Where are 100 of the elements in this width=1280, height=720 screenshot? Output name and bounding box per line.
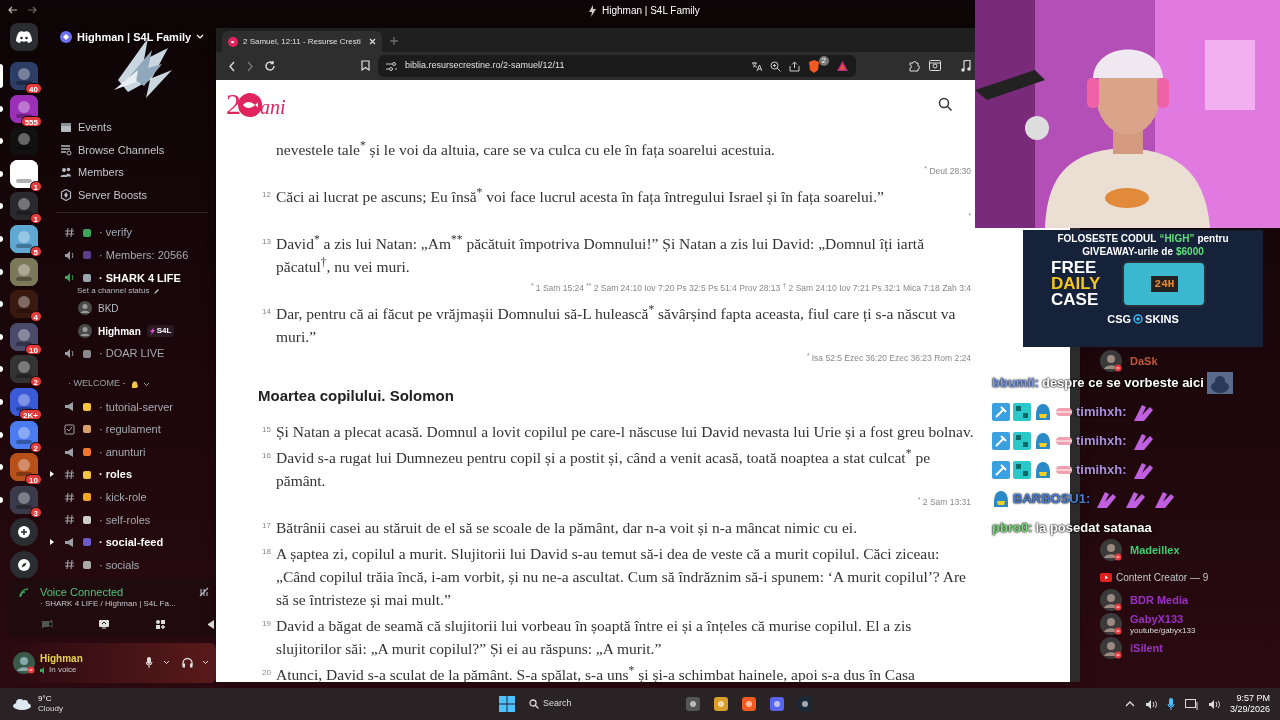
server-name[interactable]: Highman | S4L Family bbox=[77, 29, 192, 46]
network-icon[interactable] bbox=[1184, 698, 1198, 710]
browser-tab[interactable]: 2 Samuel, 12:11 - Resurse Crești bbox=[222, 31, 382, 52]
menu-item[interactable]: Server Boosts bbox=[78, 186, 148, 204]
discord-home-button[interactable] bbox=[10, 23, 38, 51]
share-icon[interactable] bbox=[788, 60, 800, 72]
chevron-down-icon[interactable] bbox=[142, 381, 150, 387]
promo-headline: DAILY bbox=[1051, 276, 1101, 292]
channel-name[interactable]: · anunturi bbox=[99, 443, 146, 461]
user-avatar bbox=[78, 301, 92, 316]
search-button[interactable]: Search bbox=[524, 697, 576, 711]
shark-badge-icon bbox=[1034, 402, 1052, 421]
channel-status[interactable]: Set a channel status bbox=[77, 285, 150, 298]
tab-search-icon[interactable] bbox=[929, 60, 941, 71]
discover-button[interactable] bbox=[10, 550, 38, 579]
url-text: biblia.resursecrestine.ro/2-samuel/12/11 bbox=[405, 59, 566, 73]
start-button[interactable] bbox=[498, 696, 515, 712]
menu-item[interactable]: Members bbox=[78, 164, 124, 181]
back-icon[interactable] bbox=[228, 61, 236, 72]
back-arrow-icon[interactable] bbox=[8, 5, 18, 15]
plus-icon bbox=[18, 526, 30, 539]
hash-icon bbox=[64, 227, 75, 239]
screen-share-icon[interactable] bbox=[98, 619, 110, 629]
verse-number: 17 bbox=[262, 520, 271, 532]
verse-number: 16 bbox=[262, 450, 271, 462]
extensions-icon[interactable] bbox=[908, 60, 920, 72]
close-icon[interactable] bbox=[369, 38, 376, 45]
chat-username[interactable]: timihxh: bbox=[1076, 459, 1127, 480]
chat-username[interactable]: timihxh: bbox=[1076, 401, 1127, 422]
disconnect-icon[interactable] bbox=[198, 586, 210, 598]
checklist-icon bbox=[64, 423, 75, 435]
megaphone-icon bbox=[64, 536, 75, 548]
verse-text: David s-a rugat lui Dumnezeu pentru copil și a postit și, când a venit acasă, toată noaptea a stat culcat$^{*}$ pe pământ. bbox=[276, 446, 931, 491]
channel-name[interactable]: · DOAR LIVE bbox=[99, 345, 165, 362]
voice-user-name[interactable]: Highman bbox=[98, 323, 141, 339]
verse-text: Dar, pentru că ai făcut pe vrăjmașii Domnului să-L hulească$^{*}$ săvârșind fapta aceasta, fiul care ți s-a născut va muri.” bbox=[276, 302, 957, 347]
channel-name[interactable]: · social-feed bbox=[99, 534, 164, 551]
speaker-icon[interactable] bbox=[1207, 698, 1220, 710]
speaker-icon bbox=[64, 348, 75, 360]
bookmark-icon[interactable] bbox=[361, 60, 370, 71]
clock-date[interactable]: 3/29/2026 bbox=[1229, 704, 1270, 715]
member-avatar[interactable] bbox=[1100, 613, 1122, 635]
user-name[interactable]: Highman bbox=[40, 651, 83, 666]
member-avatar[interactable] bbox=[1100, 589, 1122, 611]
menu-item[interactable]: Browse Channels bbox=[78, 141, 165, 159]
channel-name[interactable]: · verify bbox=[99, 224, 132, 241]
voice-user-name[interactable]: BKD bbox=[98, 300, 119, 316]
channel-name[interactable]: · Members: 20566 bbox=[99, 247, 189, 264]
chat-username[interactable]: timihxh: bbox=[1076, 430, 1127, 451]
reload-icon[interactable] bbox=[264, 60, 276, 72]
user-status: In voice bbox=[49, 664, 77, 676]
site-logo[interactable]: 2 ani bbox=[226, 89, 286, 119]
channel-name[interactable]: · tutorial-server bbox=[99, 398, 173, 416]
translate-icon[interactable] bbox=[750, 60, 762, 72]
activities-icon[interactable] bbox=[155, 619, 166, 630]
server-boost-icon bbox=[60, 31, 72, 44]
speaker-icon[interactable] bbox=[1144, 698, 1157, 710]
member-avatar[interactable] bbox=[1100, 637, 1122, 659]
cloud-icon[interactable] bbox=[12, 698, 32, 710]
verse-number: 19 bbox=[262, 618, 271, 630]
music-note-icon[interactable] bbox=[961, 60, 971, 72]
user-avatar[interactable] bbox=[13, 652, 35, 674]
voice-channel-link[interactable]: · SHARK 4 LIFE / Highman | S4L Fa... bbox=[40, 598, 176, 610]
pencil-icon[interactable] bbox=[152, 287, 160, 295]
notification-badge: 5 bbox=[29, 245, 42, 257]
search-icon[interactable] bbox=[938, 97, 952, 111]
channel-name[interactable]: · roles bbox=[99, 466, 132, 483]
microphone-icon[interactable] bbox=[1166, 698, 1175, 710]
zoom-icon[interactable] bbox=[769, 60, 781, 72]
member-avatar[interactable] bbox=[1100, 350, 1122, 372]
member-avatar[interactable] bbox=[1100, 539, 1122, 561]
microphone-icon[interactable] bbox=[145, 657, 153, 668]
channel-name[interactable]: · socials bbox=[99, 556, 140, 574]
server-icon[interactable] bbox=[10, 257, 38, 286]
forward-arrow-icon[interactable] bbox=[27, 5, 37, 15]
add-server-button[interactable] bbox=[10, 518, 38, 547]
channel-name[interactable]: · kick-role bbox=[99, 488, 147, 506]
megaphone-icon bbox=[64, 401, 75, 413]
camera-off-icon[interactable] bbox=[41, 619, 53, 629]
member-name[interactable]: DaSk bbox=[1130, 354, 1158, 368]
weather-condition[interactable]: Cloudy bbox=[38, 704, 63, 714]
clock-time[interactable]: 9:57 PM bbox=[1236, 693, 1270, 704]
temperature[interactable]: 9°C bbox=[38, 694, 63, 704]
menu-item[interactable]: Events bbox=[78, 119, 112, 136]
channel-name[interactable]: · regulament bbox=[99, 421, 161, 438]
member-name[interactable]: Madeillex bbox=[1130, 543, 1180, 557]
chevron-up-icon[interactable] bbox=[1124, 701, 1135, 707]
channel-name[interactable]: · self-roles bbox=[99, 511, 151, 529]
shark-badge-icon bbox=[1034, 431, 1052, 450]
address-bar[interactable]: biblia.resursecrestine.ro/2-samuel/12/11 2 bbox=[378, 55, 856, 77]
forward-icon[interactable] bbox=[246, 61, 254, 72]
footnote-references: $^{*}$ 2 Sam 13:31 bbox=[917, 495, 971, 509]
shield-button[interactable] bbox=[807, 59, 821, 73]
site-settings-icon[interactable] bbox=[386, 61, 397, 71]
promo-headline: CASE bbox=[1051, 292, 1099, 308]
headphones-icon[interactable] bbox=[182, 657, 193, 668]
new-tab-icon[interactable] bbox=[390, 37, 398, 45]
triangle-logo-icon[interactable] bbox=[837, 61, 848, 71]
channel-name[interactable]: · SHARK 4 LIFE bbox=[99, 269, 181, 287]
category-label[interactable]: · WELCOME - bbox=[68, 377, 126, 391]
